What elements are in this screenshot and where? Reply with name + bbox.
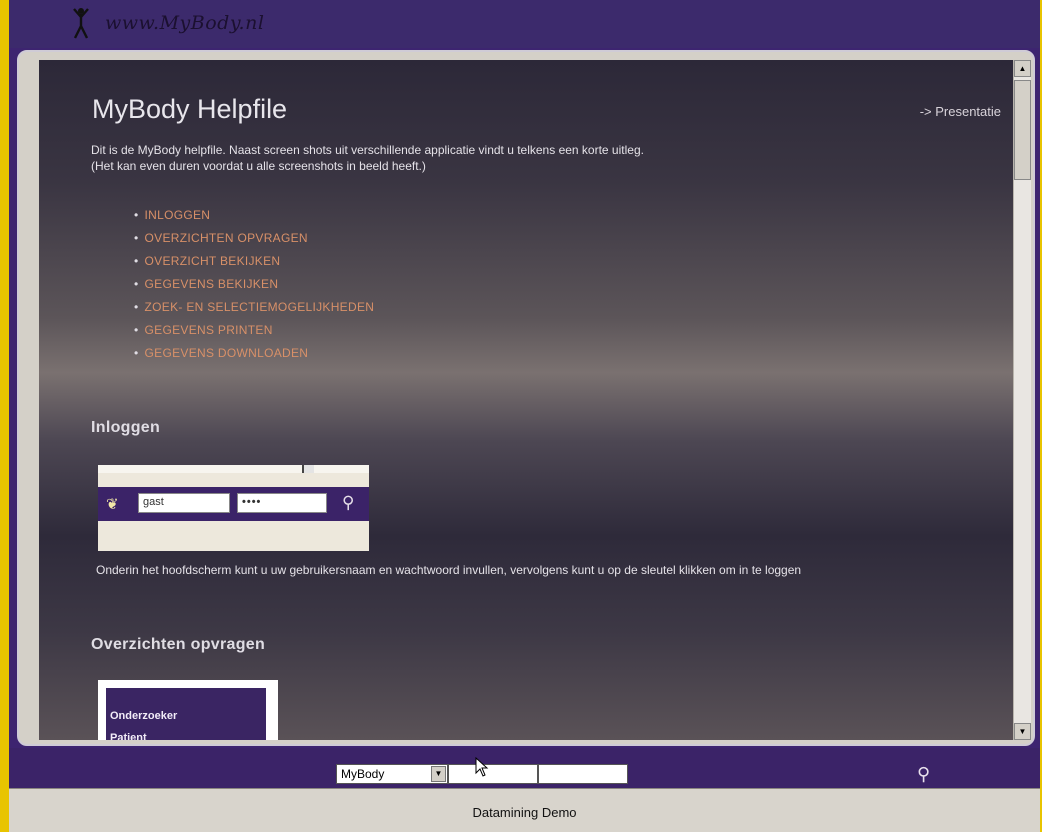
login-bar: MyBody ▼ ⚲ — [9, 748, 1040, 788]
figure-icon — [73, 8, 89, 39]
status-text: Datamining Demo — [472, 805, 577, 820]
header-bar: www.MyBody.nl — [9, 0, 1040, 48]
status-bar: Datamining Demo — [9, 788, 1040, 832]
section-title-inloggen: Inloggen — [91, 419, 161, 436]
help-page: MyBody Helpfile -> Presentatie Dit is de… — [39, 60, 1025, 740]
intro-text: Dit is de MyBody helpfile. Naast screen … — [91, 142, 644, 174]
table-of-contents: INLOGGEN OVERZICHTEN OPVRAGEN OVERZICHT … — [134, 204, 374, 365]
overview-item-patient: Patient — [110, 732, 147, 740]
screenshot-username-field: gast — [138, 493, 230, 513]
mouse-cursor-icon — [475, 757, 489, 777]
scroll-thumb[interactable] — [1014, 80, 1031, 180]
key-icon[interactable]: ⚲ — [917, 764, 930, 785]
database-select[interactable]: MyBody ▼ — [336, 764, 448, 784]
login-screenshot-bar: ❦ gast •••• ⚲ — [98, 487, 369, 521]
toc-link-gegevens-bekijken[interactable]: GEGEVENS BEKIJKEN — [134, 273, 374, 296]
logo-text: www.MyBody.nl — [105, 12, 265, 34]
overview-item-onderzoeker: Onderzoeker — [110, 710, 178, 722]
toc-link-zoek-en-selectie[interactable]: ZOEK- EN SELECTIEMOGELIJKHEDEN — [134, 296, 374, 319]
scroll-up-button[interactable]: ▲ — [1014, 60, 1031, 77]
intro-line-2: (Het kan even duren voordat u alle scree… — [91, 159, 426, 173]
key-icon: ⚲ — [342, 493, 355, 512]
chevron-down-icon[interactable]: ▼ — [431, 766, 446, 782]
page-title: MyBody Helpfile — [92, 94, 288, 124]
login-screenshot: ❦ gast •••• ⚲ — [98, 465, 369, 551]
bell-icon: ❦ — [106, 496, 119, 513]
screenshot-password-field: •••• — [237, 493, 327, 513]
scroll-down-button[interactable]: ▼ — [1014, 723, 1031, 740]
toc-link-overzichten-opvragen[interactable]: OVERZICHTEN OPVRAGEN — [134, 227, 374, 250]
toc-link-overzicht-bekijken[interactable]: OVERZICHT BEKIJKEN — [134, 250, 374, 273]
presentatie-link[interactable]: -> Presentatie — [920, 104, 1001, 119]
login-caption: Onderin het hoofdscherm kunt u uw gebrui… — [96, 563, 802, 577]
logo[interactable]: www.MyBody.nl — [71, 6, 264, 40]
vertical-scrollbar[interactable]: ▲ ▼ — [1013, 60, 1031, 740]
password-field[interactable] — [538, 764, 628, 784]
content-panel: MyBody Helpfile -> Presentatie Dit is de… — [17, 50, 1035, 746]
toc-link-gegevens-downloaden[interactable]: GEGEVENS DOWNLOADEN — [134, 342, 374, 365]
toc-link-inloggen[interactable]: INLOGGEN — [134, 204, 374, 227]
toc-link-gegevens-printen[interactable]: GEGEVENS PRINTEN — [134, 319, 374, 342]
app-frame: www.MyBody.nl MyBody Helpfile -> Present… — [9, 0, 1040, 832]
database-select-value: MyBody — [341, 767, 385, 781]
username-field[interactable] — [448, 764, 538, 784]
intro-line-1: Dit is de MyBody helpfile. Naast screen … — [91, 143, 644, 157]
overview-screenshot: Onderzoeker Patient — [98, 680, 278, 740]
section-title-overzichten: Overzichten opvragen — [91, 636, 266, 653]
